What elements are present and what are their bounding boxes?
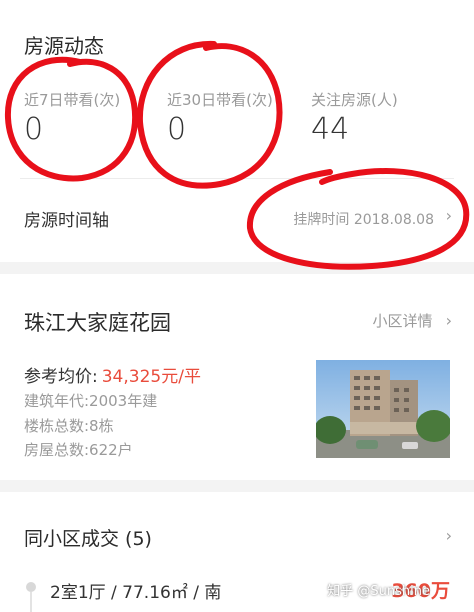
chevron-right-icon: ›: [445, 526, 452, 545]
community-detail-label: 小区详情: [372, 312, 433, 330]
building-count: 楼栋总数:8栋: [24, 417, 114, 435]
stat-label-followers: 关注房源(人): [311, 91, 398, 109]
stat-value-7day: 0: [24, 112, 44, 147]
section-title-house-dynamics: 房源动态: [24, 34, 104, 58]
stat-label-7day: 近7日带看(次): [24, 91, 121, 109]
annotation-circle-30day: [136, 40, 283, 189]
timeline-row[interactable]: 房源时间轴 挂牌时间 2018.08.08 ›: [0, 190, 474, 246]
stat-value-followers: 44: [311, 112, 350, 147]
house-count: 房屋总数:622户: [24, 441, 133, 459]
price-line: 参考均价: 34,325元/平: [24, 362, 201, 387]
chevron-right-icon: ›: [445, 206, 452, 225]
deals-header[interactable]: 同小区成交 (5) ›: [0, 516, 474, 556]
stat-label-30day: 近30日带看(次): [167, 91, 273, 109]
section-divider: [0, 262, 474, 274]
divider: [20, 178, 454, 179]
community-photo[interactable]: [316, 360, 450, 458]
chevron-right-icon: ›: [445, 311, 452, 330]
stat-value-30day: 0: [167, 112, 187, 147]
timeline-label: 房源时间轴: [24, 211, 109, 231]
price-value: 34,325元/平: [101, 367, 201, 387]
timeline-line: [30, 592, 32, 612]
listing-date: 挂牌时间 2018.08.08: [293, 212, 434, 228]
building-photo-icon: [316, 360, 450, 458]
community-name: 珠江大家庭花园: [24, 311, 171, 335]
deal-summary: 2室1厅 / 77.16㎡ / 南: [50, 583, 222, 603]
watermark: 知乎 @Sunshine: [327, 584, 430, 599]
community-detail-link[interactable]: 小区详情 ›: [372, 310, 452, 331]
section-divider: [0, 480, 474, 492]
deals-title: 同小区成交 (5): [24, 528, 152, 550]
timeline-dot: [26, 582, 36, 592]
price-label: 参考均价:: [24, 367, 98, 387]
built-year: 建筑年代:2003年建: [24, 392, 158, 410]
